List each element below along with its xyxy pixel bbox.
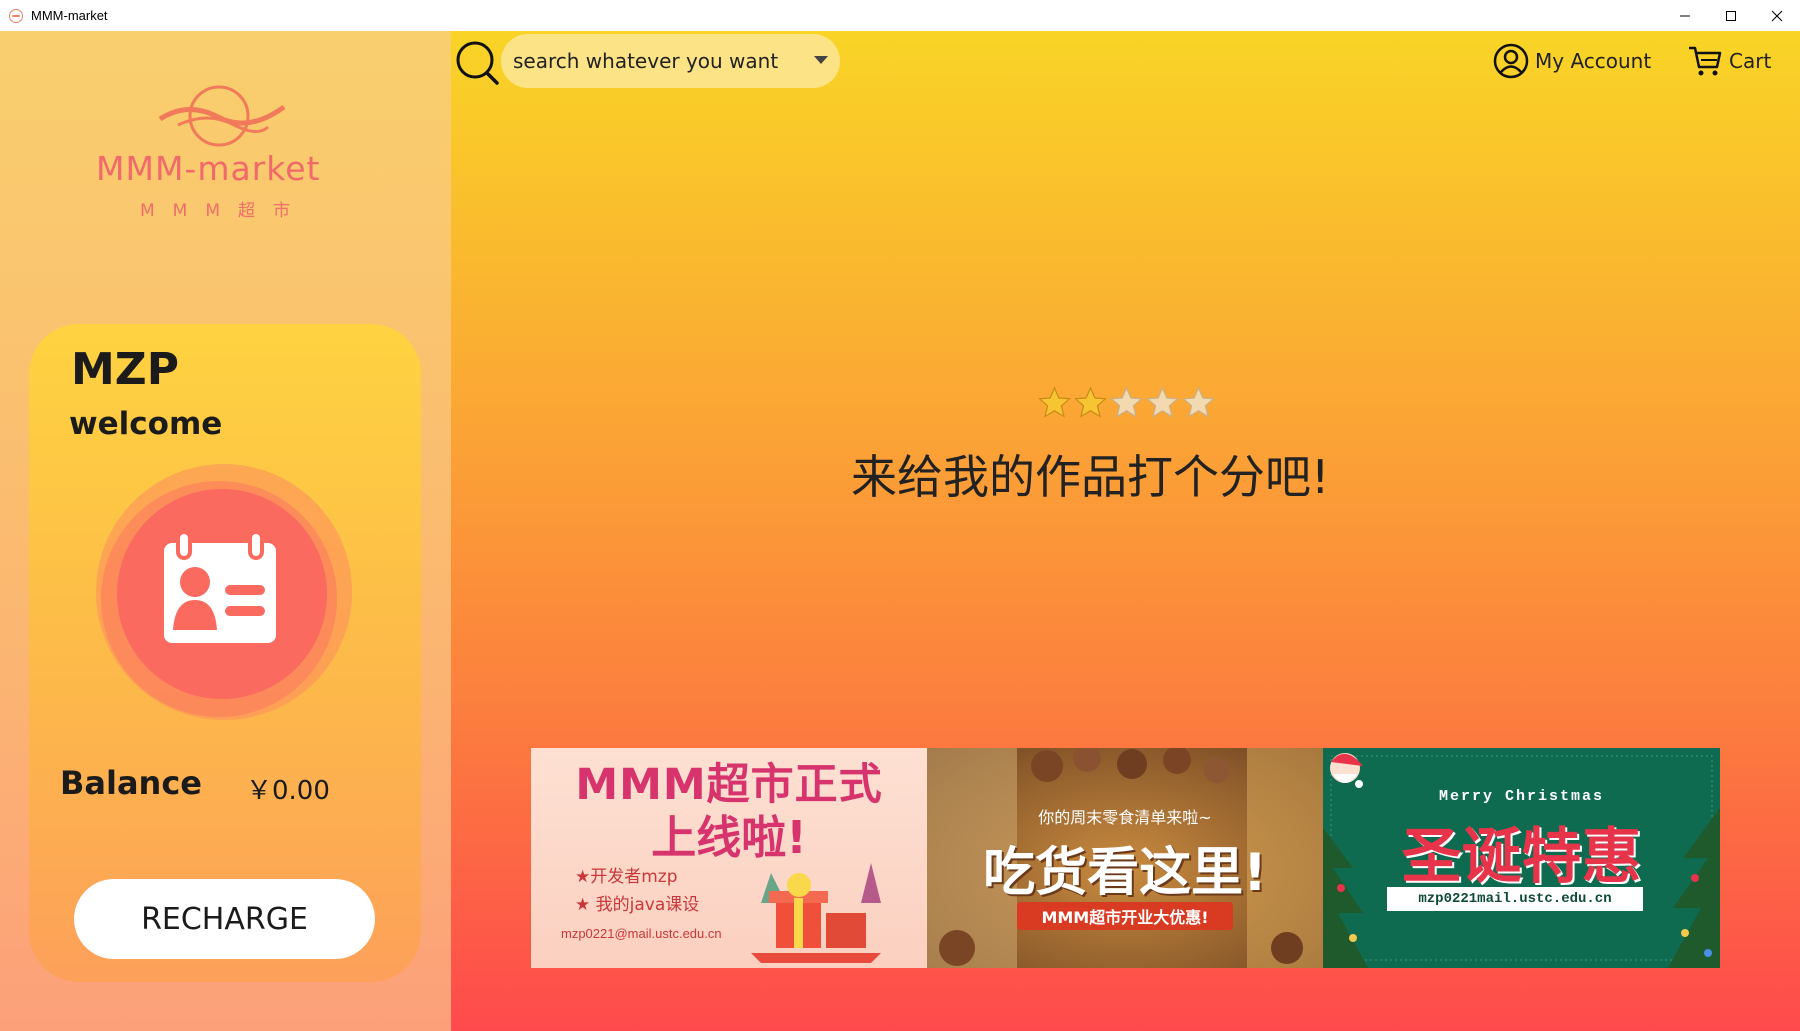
logo-subtitle: MMM超市 bbox=[140, 201, 309, 221]
banner-launch-developer: ★开发者mzp bbox=[575, 867, 678, 887]
close-icon[interactable] bbox=[1754, 0, 1800, 31]
minimize-icon[interactable] bbox=[1662, 0, 1708, 31]
banner-strip: MMM超市正式 上线啦! ★开发者mzp ★ 我的java课设 mzp0221@… bbox=[531, 748, 1720, 968]
main-content: My Account Cart 来给我的作品打个分吧! MMM超市正式 bbox=[451, 31, 1800, 1031]
my-account-button[interactable]: My Account bbox=[1493, 41, 1651, 81]
search-icon[interactable] bbox=[454, 39, 500, 85]
user-name: MZP bbox=[71, 344, 179, 395]
maximize-icon[interactable] bbox=[1708, 0, 1754, 31]
star-empty-icon[interactable] bbox=[1145, 386, 1180, 419]
balance-label: Balance bbox=[60, 764, 202, 802]
rating-prompt: 来给我的作品打个分吧! bbox=[851, 450, 1330, 504]
banner-christmas-title: 圣诞特惠 bbox=[1401, 822, 1642, 892]
star-filled-icon[interactable] bbox=[1073, 386, 1108, 419]
cart-button[interactable]: Cart bbox=[1687, 41, 1771, 81]
cart-label: Cart bbox=[1729, 49, 1772, 73]
logo-mark-icon bbox=[158, 85, 286, 147]
sidebar: MMM-market MMM超市 MZP welcome Balance ￥0.… bbox=[0, 31, 451, 1031]
banner-christmas-greeting: Merry Christmas bbox=[1438, 788, 1605, 805]
welcome-text: welcome bbox=[69, 406, 223, 442]
banner-launch-email: mzp0221@mail.ustc.edu.cn bbox=[561, 926, 722, 941]
my-account-label: My Account bbox=[1535, 49, 1652, 73]
banner-snacks[interactable]: 你的周末零食清单来啦~ 吃货看这里! MMM超市开业大优惠! bbox=[927, 748, 1323, 968]
app-logo-icon bbox=[9, 8, 23, 23]
banner-launch[interactable]: MMM超市正式 上线啦! ★开发者mzp ★ 我的java课设 mzp0221@… bbox=[531, 748, 927, 968]
avatar[interactable] bbox=[91, 464, 357, 730]
banner-christmas[interactable]: Merry Christmas 圣诞特惠 mzp0221mail.ustc.ed… bbox=[1323, 748, 1720, 968]
banner-snacks-subtitle: 你的周末零食清单来啦~ bbox=[1038, 808, 1212, 827]
brand-logo: MMM-market MMM超市 bbox=[88, 81, 358, 221]
balance-value: ￥0.00 bbox=[246, 776, 330, 806]
banner-snacks-title: 吃货看这里! bbox=[983, 843, 1267, 903]
search-input[interactable] bbox=[513, 49, 793, 73]
banner-christmas-email: mzp0221mail.ustc.edu.cn bbox=[1387, 887, 1643, 911]
star-empty-icon[interactable] bbox=[1181, 386, 1216, 419]
star-empty-icon[interactable] bbox=[1109, 386, 1144, 419]
banner-launch-title-2: 上线啦! bbox=[651, 811, 807, 864]
window-title: MMM-market bbox=[31, 8, 108, 23]
recharge-button[interactable]: RECHARGE bbox=[74, 879, 375, 959]
banner-launch-course: ★ 我的java课设 bbox=[575, 895, 700, 915]
chevron-down-icon[interactable] bbox=[814, 56, 828, 64]
logo-text: MMM-market bbox=[96, 149, 321, 188]
search-bar[interactable] bbox=[501, 34, 840, 88]
window-controls bbox=[1662, 0, 1800, 31]
cart-icon bbox=[1689, 46, 1722, 76]
banner-snacks-tag: MMM超市开业大优惠! bbox=[1017, 902, 1233, 930]
user-card: MZP welcome Balance ￥0.00 RECHARGE bbox=[29, 324, 421, 982]
star-filled-icon[interactable] bbox=[1037, 386, 1072, 419]
star-rating[interactable] bbox=[1037, 386, 1216, 419]
user-icon bbox=[1493, 43, 1529, 79]
window-titlebar: MMM-market bbox=[0, 0, 1800, 31]
id-card-icon bbox=[164, 530, 276, 643]
